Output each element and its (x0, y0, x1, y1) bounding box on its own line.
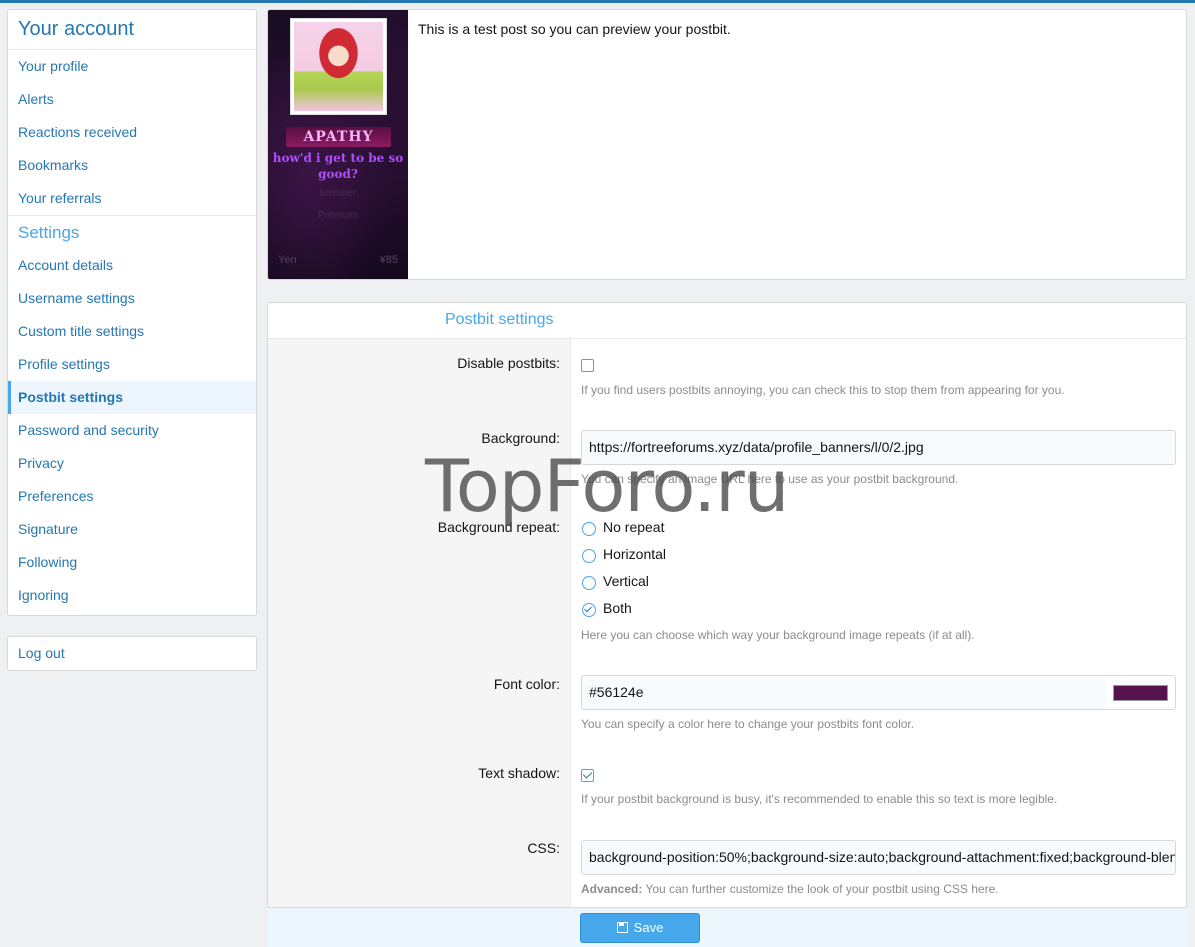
nav-account-details[interactable]: Account details (8, 249, 256, 282)
nav-signature[interactable]: Signature (8, 513, 256, 546)
background-url-input[interactable]: https://fortreeforums.xyz/data/profile_b… (581, 430, 1176, 465)
avatar[interactable] (290, 18, 387, 115)
nav-preferences[interactable]: Preferences (8, 480, 256, 513)
radio-icon (582, 522, 596, 536)
checkbox-icon (581, 359, 594, 372)
background-repeat-hint: Here you can choose which way your backg… (581, 628, 975, 642)
radio-vertical[interactable]: Vertical (581, 571, 649, 591)
css-hint: Advanced: You can further customize the … (581, 882, 999, 896)
postbit: APATHY how'd i get to be so good? Member… (268, 10, 408, 279)
radio-vertical-label: Vertical (603, 573, 649, 589)
preview-message: This is a test post so you can preview y… (418, 21, 731, 37)
nav-alerts[interactable]: Alerts (8, 83, 256, 116)
nav-bottom-spacer (8, 612, 256, 615)
nav-username-settings[interactable]: Username settings (8, 282, 256, 315)
text-shadow-hint: If your postbit background is busy, it's… (581, 792, 1058, 806)
radio-no-repeat-label: No repeat (603, 519, 665, 535)
form-footer: Save (267, 907, 1187, 947)
postbit-settings-form: Postbit settings Disable postbits: If yo… (267, 302, 1187, 947)
nav-ignoring[interactable]: Ignoring (8, 579, 256, 612)
nav-log-out[interactable]: Log out (8, 637, 256, 670)
radio-both-label: Both (603, 600, 632, 616)
user-title: Member (319, 188, 357, 199)
text-shadow-checkbox[interactable] (581, 769, 594, 782)
nav-privacy[interactable]: Privacy (8, 447, 256, 480)
font-color-hint: You can specify a color here to change y… (581, 717, 915, 731)
save-button[interactable]: Save (580, 913, 700, 943)
font-color-picker[interactable] (1106, 675, 1176, 710)
color-swatch (1113, 685, 1168, 701)
disable-postbits-label: Disable postbits: (457, 355, 560, 371)
radio-no-repeat[interactable]: No repeat (581, 517, 664, 537)
radio-icon (582, 549, 596, 563)
font-color-input[interactable]: #56124e (581, 675, 1107, 710)
radio-horizontal[interactable]: Horizontal (581, 544, 666, 564)
css-input[interactable]: background-position:50%;background-size:… (581, 840, 1176, 875)
user-banner: APATHY (286, 127, 391, 147)
settings-nav-title: Settings (8, 215, 256, 249)
font-color-label: Font color: (493, 676, 560, 692)
text-shadow-label: Text shadow: (478, 765, 560, 781)
nav-postbit-settings[interactable]: Postbit settings (8, 381, 256, 414)
radio-icon (582, 576, 596, 590)
radio-both[interactable]: Both (581, 598, 632, 618)
avatar-image (294, 22, 383, 111)
nav-password-and-security[interactable]: Password and security (8, 414, 256, 447)
user-rank: Premium (317, 210, 358, 221)
currency-label: Yen (278, 254, 297, 266)
top-accent-bar (0, 0, 1195, 3)
disable-postbits-checkbox[interactable] (581, 359, 594, 372)
disable-postbits-hint: If you find users postbits annoying, you… (581, 383, 1065, 397)
custom-title: how'd i get to be so good? (272, 151, 404, 181)
nav-following[interactable]: Following (8, 546, 256, 579)
save-button-label: Save (633, 920, 664, 935)
css-hint-text: You can further customize the look of yo… (645, 882, 999, 896)
account-nav-title: Your account (8, 10, 256, 50)
background-label: Background: (481, 430, 560, 446)
background-repeat-label: Background repeat: (437, 519, 560, 535)
css-label: CSS: (527, 840, 560, 856)
radio-horizontal-label: Horizontal (603, 546, 667, 562)
nav-custom-title-settings[interactable]: Custom title settings (8, 315, 256, 348)
nav-your-referrals[interactable]: Your referrals (8, 182, 256, 215)
radio-checked-icon (582, 603, 596, 617)
currency-value: ¥85 (379, 254, 398, 266)
nav-reactions-received[interactable]: Reactions received (8, 116, 256, 149)
save-icon (616, 922, 628, 933)
account-nav: Your account Your profile Alerts Reactio… (7, 9, 257, 616)
checkbox-checked-icon (581, 769, 594, 782)
postbit-preview: APATHY how'd i get to be so good? Member… (267, 9, 1187, 280)
nav-bookmarks[interactable]: Bookmarks (8, 149, 256, 182)
nav-profile-settings[interactable]: Profile settings (8, 348, 256, 381)
logout-block: Log out (7, 636, 257, 671)
form-title: Postbit settings (268, 303, 1186, 339)
css-hint-prefix: Advanced: (581, 882, 643, 896)
background-hint: You can specify an image URL here to use… (581, 472, 959, 486)
nav-your-profile[interactable]: Your profile (8, 50, 256, 83)
